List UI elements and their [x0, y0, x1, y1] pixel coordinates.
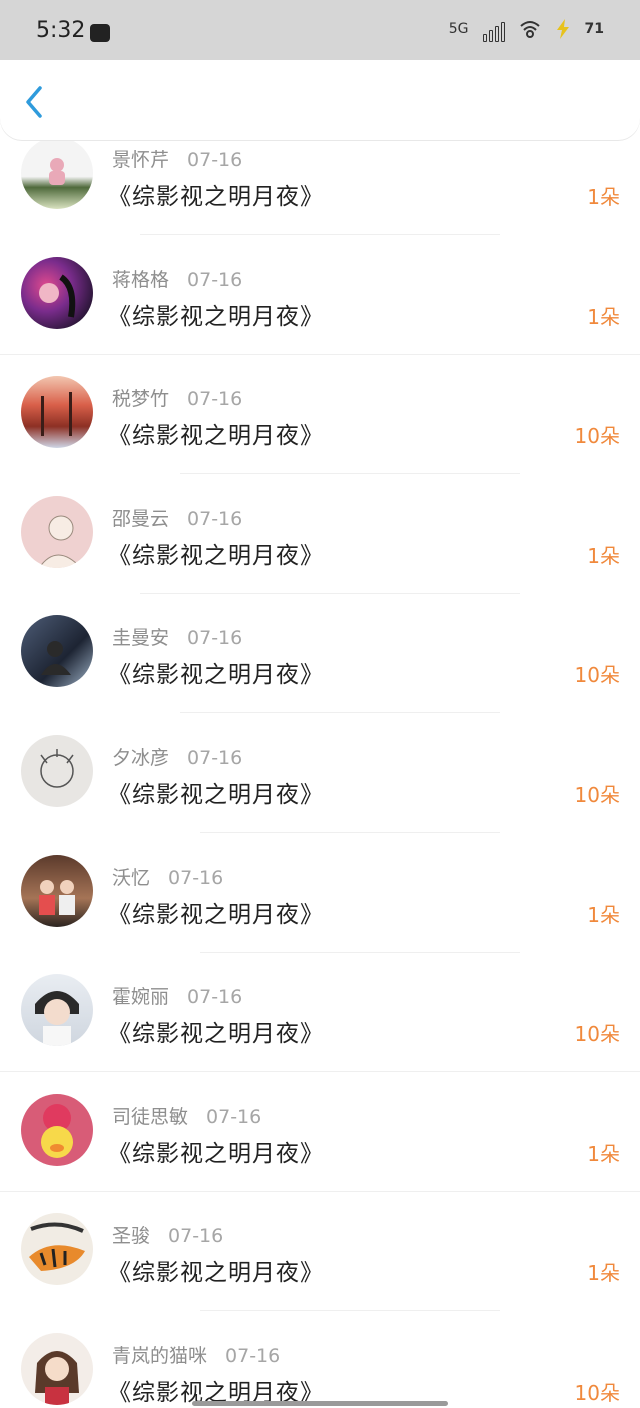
- book-title: 《综影视之明月夜》: [108, 303, 324, 330]
- avatar: [21, 1093, 93, 1166]
- flower-count: 1朵: [587, 1261, 620, 1286]
- charging-icon: [556, 19, 569, 39]
- gift-date: 07-16: [187, 627, 243, 650]
- gift-list: 景怀芹 07-16 《综影视之明月夜》 1朵 蒋格格 07-16 《综影视之明月夜》…: [0, 137, 640, 1408]
- flower-count: 10朵: [574, 1022, 620, 1047]
- list-item[interactable]: 圭曼安 07-16 《综影视之明月夜》 10朵: [0, 615, 640, 735]
- book-title: 《综影视之明月夜》: [108, 662, 324, 689]
- list-item[interactable]: 景怀芹 07-16 《综影视之明月夜》 1朵: [0, 137, 640, 257]
- avatar: [21, 854, 93, 927]
- screen: 5:32 5G 71 景怀芹 07-16 《综影视之明月夜》 1朵 蒋格格 07…: [0, 0, 640, 1408]
- flower-count: 10朵: [574, 424, 620, 449]
- divider: [200, 1310, 500, 1312]
- gift-date: 07-16: [187, 268, 243, 291]
- avatar: [21, 734, 93, 807]
- list-item[interactable]: 圣骏 07-16 《综影视之明月夜》 1朵: [0, 1213, 640, 1333]
- list-item[interactable]: 蒋格格 07-16 《综影视之明月夜》 1朵: [0, 256, 640, 377]
- gift-date: 07-16: [168, 866, 224, 889]
- list-item[interactable]: 青岚的猫咪 07-16 《综影视之明月夜》 10朵: [0, 1332, 640, 1408]
- back-arrow-icon[interactable]: [18, 82, 54, 122]
- list-item[interactable]: 沃忆 07-16 《综影视之明月夜》 1朵: [0, 854, 640, 975]
- flower-count: 1朵: [587, 185, 620, 209]
- status-time: 5:32: [36, 18, 86, 43]
- avatar: [21, 1213, 93, 1286]
- divider: [180, 473, 520, 475]
- flower-count: 1朵: [587, 1141, 620, 1166]
- divider: [0, 1190, 640, 1192]
- list-item[interactable]: 邵曼云 07-16 《综影视之明月夜》 1朵: [0, 495, 640, 616]
- divider: [140, 592, 520, 594]
- network-type: 5G: [448, 21, 469, 37]
- book-title: 《综影视之明月夜》: [108, 781, 324, 808]
- app-notification-icon: [90, 24, 110, 42]
- book-title: 《综影视之明月夜》: [108, 901, 324, 928]
- wifi-icon: [519, 21, 540, 38]
- flower-count: 1朵: [587, 304, 620, 329]
- book-title: 《综影视之明月夜》: [108, 423, 324, 450]
- divider: [180, 712, 500, 714]
- gift-date: 07-16: [225, 1344, 281, 1367]
- user-name: 圣骏: [112, 1225, 151, 1248]
- avatar: [21, 256, 93, 329]
- list-item[interactable]: 夕冰彦 07-16 《综影视之明月夜》 10朵: [0, 734, 640, 855]
- flower-count: 1朵: [587, 543, 620, 568]
- user-name: 圭曼安: [112, 627, 170, 650]
- flower-count: 10朵: [574, 663, 620, 688]
- divider: [200, 831, 500, 833]
- status-icons: 5G 71: [449, 16, 604, 42]
- divider: [200, 951, 520, 953]
- gift-date: 07-16: [206, 1105, 262, 1128]
- battery-level: 71: [584, 21, 604, 37]
- user-name: 蒋格格: [112, 268, 170, 291]
- avatar: [21, 376, 93, 449]
- signal-icon: [482, 16, 505, 42]
- header-bar: [0, 60, 640, 140]
- avatar: [21, 1332, 93, 1405]
- divider: [0, 1071, 640, 1073]
- home-indicator[interactable]: [192, 1401, 448, 1406]
- user-name: 夕冰彦: [112, 746, 170, 769]
- book-title: 《综影视之明月夜》: [108, 1140, 324, 1167]
- avatar: [21, 615, 93, 688]
- gift-date: 07-16: [187, 507, 243, 530]
- list-item[interactable]: 霍婉丽 07-16 《综影视之明月夜》 10朵: [0, 974, 640, 1094]
- divider: [0, 353, 640, 355]
- book-title: 《综影视之明月夜》: [108, 184, 324, 210]
- user-name: 景怀芹: [112, 149, 170, 171]
- book-title: 《综影视之明月夜》: [108, 542, 324, 569]
- gift-date: 07-16: [187, 149, 243, 171]
- flower-count: 1朵: [587, 902, 620, 927]
- flower-count: 10朵: [574, 782, 620, 807]
- flower-count: 10朵: [574, 1380, 620, 1405]
- list-item[interactable]: 税梦竹 07-16 《综影视之明月夜》 10朵: [0, 376, 640, 496]
- book-title: 《综影视之明月夜》: [108, 1021, 324, 1048]
- user-name: 霍婉丽: [112, 986, 170, 1009]
- gift-date: 07-16: [187, 986, 243, 1009]
- user-name: 沃忆: [112, 866, 151, 889]
- gift-date: 07-16: [168, 1225, 224, 1248]
- avatar: [21, 974, 93, 1047]
- user-name: 司徒思敏: [112, 1105, 189, 1128]
- user-name: 税梦竹: [112, 388, 170, 411]
- book-title: 《综影视之明月夜》: [108, 1260, 324, 1287]
- gift-date: 07-16: [187, 388, 243, 411]
- list-item[interactable]: 司徒思敏 07-16 《综影视之明月夜》 1朵: [0, 1093, 640, 1214]
- divider: [140, 234, 500, 235]
- gift-date: 07-16: [187, 746, 243, 769]
- avatar: [21, 495, 93, 568]
- user-name: 青岚的猫咪: [112, 1344, 208, 1367]
- user-name: 邵曼云: [112, 507, 170, 530]
- avatar: [21, 137, 93, 209]
- status-bar: 5:32 5G 71: [0, 0, 640, 60]
